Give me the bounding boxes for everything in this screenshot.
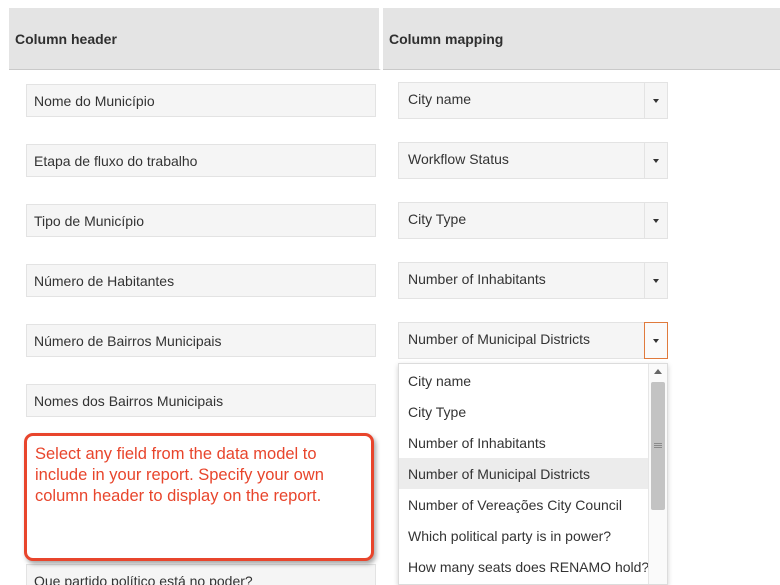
dropdown-scrollbar[interactable]: [648, 364, 667, 584]
callout-text: Select any field from the data model to …: [35, 445, 324, 505]
column-header-input[interactable]: Etapa de fluxo do trabalho: [26, 144, 376, 177]
chevron-down-icon: [653, 218, 659, 223]
column-mapping-select[interactable]: City name: [398, 82, 668, 119]
column-mapping-select[interactable]: City Type: [398, 202, 668, 239]
dropdown-option[interactable]: Which political party is in power?: [399, 520, 648, 551]
column-mapping-title: Column mapping: [389, 31, 504, 47]
column-header-input[interactable]: Nome do Município: [26, 84, 376, 117]
chevron-down-icon: [653, 278, 659, 283]
column-mapping-select-open[interactable]: Number of Municipal Districts: [398, 322, 668, 359]
select-value: City Type: [408, 211, 467, 227]
select-value: Workflow Status: [408, 151, 509, 167]
scrollbar-thumb[interactable]: [651, 382, 665, 510]
column-mapping-select[interactable]: Workflow Status: [398, 142, 668, 179]
scroll-up-arrow-icon[interactable]: [654, 369, 662, 374]
dropdown-option[interactable]: Number of Vereações City Council: [399, 489, 648, 520]
column-header-input[interactable]: Nomes dos Bairros Municipais: [26, 384, 376, 417]
column-mapping-select[interactable]: Number of Inhabitants: [398, 262, 668, 299]
column-mapping-heading: Column mapping: [383, 8, 780, 70]
column-header-input[interactable]: Que partido político está no poder?: [26, 564, 376, 585]
chevron-down-icon: [653, 158, 659, 163]
mapping-dropdown-list[interactable]: City name City Type Number of Inhabitant…: [398, 363, 668, 585]
dropdown-toggle-button[interactable]: [644, 322, 668, 359]
column-header-input[interactable]: Tipo de Município: [26, 204, 376, 237]
dropdown-toggle-button[interactable]: [644, 83, 667, 118]
column-header-title: Column header: [15, 31, 117, 47]
annotation-callout: Select any field from the data model to …: [24, 433, 374, 561]
column-header-input[interactable]: Número de Habitantes: [26, 264, 376, 297]
select-value: City name: [408, 91, 472, 107]
grip-line: [654, 443, 662, 444]
grip-line: [654, 445, 662, 446]
dropdown-toggle-button[interactable]: [644, 203, 667, 238]
column-header-input[interactable]: Número de Bairros Municipais: [26, 324, 376, 357]
dropdown-toggle-button[interactable]: [644, 143, 667, 178]
select-value: Number of Municipal Districts: [408, 331, 591, 347]
dropdown-option[interactable]: City name: [399, 365, 648, 396]
dropdown-toggle-button[interactable]: [644, 263, 667, 298]
dropdown-option[interactable]: Number of Inhabitants: [399, 427, 648, 458]
chevron-down-icon: [653, 98, 659, 103]
dropdown-option[interactable]: City Type: [399, 396, 648, 427]
grip-line: [654, 447, 662, 448]
dropdown-option[interactable]: How many seats does RENAMO hold?: [399, 551, 649, 582]
select-value: Number of Inhabitants: [408, 271, 546, 287]
dropdown-option-highlighted[interactable]: Number of Municipal Districts: [399, 458, 648, 489]
column-header-heading: Column header: [9, 8, 381, 70]
chevron-down-icon: [653, 338, 659, 343]
